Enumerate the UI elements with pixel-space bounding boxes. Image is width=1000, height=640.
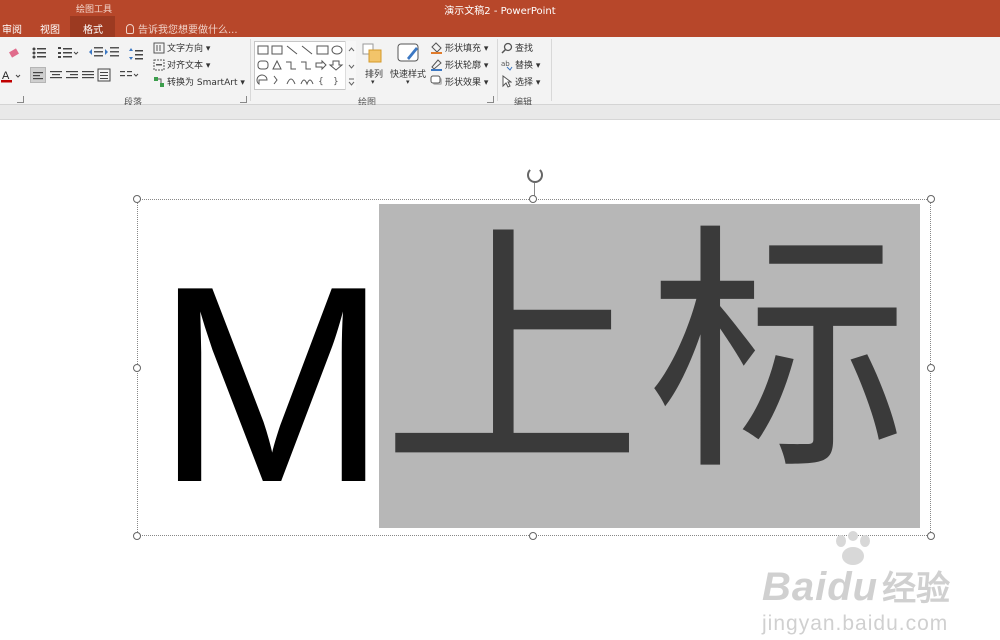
paint-bucket-icon <box>431 42 442 54</box>
find-button[interactable]: 查找 <box>515 41 533 54</box>
decrease-indent-icon[interactable] <box>88 46 104 58</box>
resize-handle-top[interactable] <box>529 195 537 203</box>
title-bar: 绘图工具 演示文稿2 - PowerPoint 审阅 视图 格式 告诉我您想要做… <box>0 0 1000 37</box>
cursor-icon <box>502 75 512 88</box>
resize-handle-top-right[interactable] <box>927 195 935 203</box>
distributed-icon[interactable] <box>97 68 111 82</box>
slide-canvas[interactable]: M 上标 Baidu 经验 jingyan.baidu.com <box>0 121 1000 640</box>
tab-review[interactable]: 审阅 <box>2 21 22 36</box>
group-separator <box>250 39 251 101</box>
resize-handle-right[interactable] <box>927 364 935 372</box>
resize-handle-bottom[interactable] <box>529 532 537 540</box>
shapes-gallery[interactable]: { } <box>254 41 356 90</box>
pen-icon <box>431 59 442 71</box>
replace-button[interactable]: 替换 ▾ <box>515 58 540 71</box>
svg-text:}: } <box>333 77 339 87</box>
tell-me-box[interactable]: 告诉我您想要做什么... <box>126 21 238 36</box>
quick-styles-dropdown-icon[interactable]: ▾ <box>406 78 410 86</box>
replace-icon: ab <box>501 60 513 71</box>
watermark-url: jingyan.baidu.com <box>762 612 949 635</box>
baidu-jingyan-watermark: Baidu 经验 jingyan.baidu.com <box>762 533 950 636</box>
gallery-scrollbar[interactable] <box>345 41 356 90</box>
clear-format-icon[interactable] <box>8 47 22 59</box>
shape-effects-label: 形状效果 <box>445 78 482 88</box>
group-separator <box>551 39 552 101</box>
align-text-button[interactable]: 对齐文本 ▾ <box>167 58 210 71</box>
slide-text-selected[interactable]: 上标 <box>382 225 914 485</box>
resize-handle-top-left[interactable] <box>133 195 141 203</box>
group-separator <box>497 39 498 101</box>
search-icon <box>501 42 513 54</box>
resize-handle-left[interactable] <box>133 364 141 372</box>
quick-styles-icon <box>397 43 419 62</box>
ruler-strip <box>0 105 1000 120</box>
align-center-icon[interactable] <box>49 69 63 81</box>
text-direction-label: 文字方向 <box>167 44 204 54</box>
ribbon: A 文字方向 ▾ 对齐文本 ▾ 转换为 SmartArt ▾ 段落 {} 排列… <box>0 37 1000 108</box>
watermark-cn: 经验 <box>882 569 951 609</box>
numbering-icon[interactable] <box>57 46 79 60</box>
paragraph-group-launcher-icon[interactable] <box>240 96 247 103</box>
justify-icon[interactable] <box>81 69 95 81</box>
text-direction-button[interactable]: 文字方向 ▾ <box>167 41 210 54</box>
tell-me-text: 告诉我您想要做什么... <box>138 25 238 36</box>
document-title: 演示文稿2 - PowerPoint <box>444 6 556 17</box>
shapes-gallery-icons: { } <box>256 45 344 87</box>
replace-label: 替换 <box>515 61 534 71</box>
arrange-dropdown-icon[interactable]: ▾ <box>371 78 375 86</box>
columns-icon[interactable] <box>119 70 139 82</box>
shape-outline-label: 形状轮廓 <box>445 61 482 71</box>
slide-text-m[interactable]: M <box>155 245 388 525</box>
watermark-brand: Baidu <box>762 565 879 609</box>
convert-smartart-label: 转换为 SmartArt <box>167 78 238 88</box>
select-label: 选择 <box>515 78 534 88</box>
lightbulb-icon <box>126 24 134 34</box>
font-group-launcher-icon[interactable] <box>17 96 24 103</box>
shape-effects-button[interactable]: 形状效果 ▾ <box>445 75 488 88</box>
shape-outline-button[interactable]: 形状轮廓 ▾ <box>445 58 488 71</box>
shape-fill-button[interactable]: 形状填充 ▾ <box>445 41 488 54</box>
select-button[interactable]: 选择 ▾ <box>515 75 540 88</box>
font-color-icon[interactable]: A <box>1 69 23 83</box>
line-spacing-icon[interactable] <box>128 47 148 61</box>
shape-effects-icon <box>430 75 442 85</box>
smartart-icon <box>154 77 164 87</box>
text-direction-icon <box>153 42 165 54</box>
increase-indent-icon[interactable] <box>104 46 120 58</box>
align-text-label: 对齐文本 <box>167 61 204 71</box>
arrange-icon <box>362 43 382 63</box>
convert-smartart-button[interactable]: 转换为 SmartArt ▾ <box>167 75 245 88</box>
align-left-button[interactable] <box>30 67 46 83</box>
align-text-icon <box>153 59 165 71</box>
shape-fill-label: 形状填充 <box>445 44 482 54</box>
rotate-handle-icon[interactable] <box>527 167 543 183</box>
align-right-icon[interactable] <box>65 69 79 81</box>
bullets-icon[interactable] <box>31 46 49 60</box>
tab-format[interactable]: 格式 <box>83 21 103 36</box>
svg-text:{: { <box>318 77 324 87</box>
svg-text:ab: ab <box>501 60 510 68</box>
drawing-group-launcher-icon[interactable] <box>487 96 494 103</box>
resize-handle-bottom-left[interactable] <box>133 532 141 540</box>
tab-view[interactable]: 视图 <box>40 21 60 36</box>
